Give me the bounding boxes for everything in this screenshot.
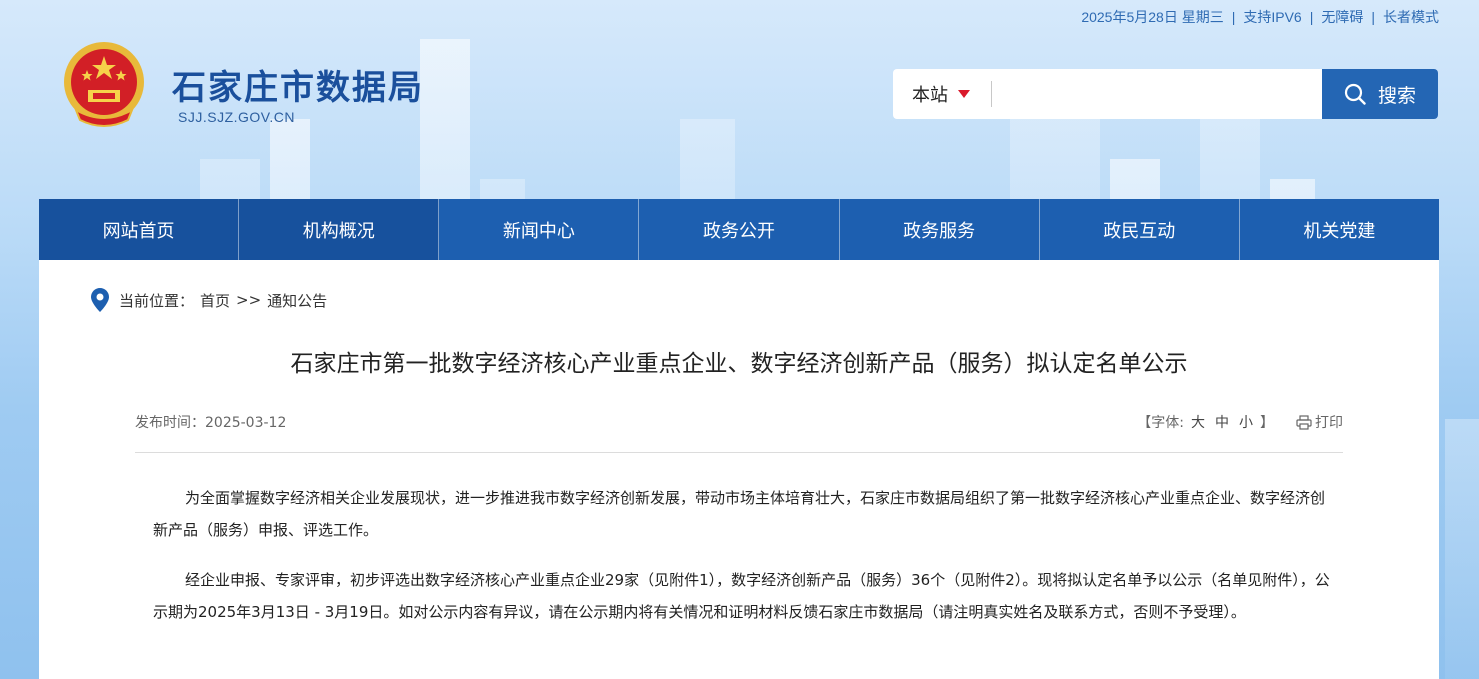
font-size-open: 【字体: (1137, 415, 1184, 431)
content-panel: 当前位置： 首页 >> 通知公告 石家庄市第一批数字经济核心产业重点企业、数字经… (39, 260, 1439, 679)
publish-info: 发布时间：2025-03-12 (135, 412, 286, 432)
breadcrumb-separator: >> (236, 291, 262, 309)
printer-icon (1296, 414, 1312, 430)
font-size-close: 】 (1260, 415, 1274, 431)
article-body: 为全面掌握数字经济相关企业发展现状，进一步推进我市数字经济创新发展，带动市场主体… (153, 482, 1333, 646)
font-size-large-button[interactable]: 大 (1191, 412, 1205, 432)
top-utility-bar: 2025年5月28日 星期三 | 支持IPV6 | 无障碍 | 长者模式 (1081, 7, 1439, 27)
nav-item-gov-info[interactable]: 政务公开 (639, 199, 840, 260)
paragraph: 经企业申报、专家评审，初步评选出数字经济核心产业重点企业29家（见附件1），数字… (153, 571, 1330, 621)
nav-item-interaction[interactable]: 政民互动 (1040, 199, 1240, 260)
search-scope-dropdown[interactable]: 本站 (893, 69, 991, 119)
breadcrumb-prefix: 当前位置： (119, 291, 195, 310)
search-box: 本站 搜索 (893, 69, 1438, 119)
breadcrumb: 当前位置： 首页 >> 通知公告 (91, 288, 327, 312)
separator: | (1371, 9, 1375, 25)
publish-label: 发布时间： (135, 415, 205, 431)
search-input[interactable] (992, 69, 1322, 119)
accessibility-link[interactable]: 无障碍 (1321, 7, 1363, 27)
print-button[interactable]: 打印 (1296, 412, 1343, 432)
current-date: 2025年5月28日 星期三 (1081, 9, 1224, 25)
nav-item-services[interactable]: 政务服务 (840, 199, 1040, 260)
elder-mode-link[interactable]: 长者模式 (1383, 7, 1439, 27)
font-size-medium-button[interactable]: 中 (1215, 412, 1229, 432)
separator: | (1231, 9, 1236, 25)
nav-item-party[interactable]: 机关党建 (1240, 199, 1439, 260)
paragraph: 为全面掌握数字经济相关企业发展现状，进一步推进我市数字经济创新发展，带动市场主体… (153, 489, 1326, 539)
search-button[interactable]: 搜索 (1322, 69, 1438, 119)
nav-item-about[interactable]: 机构概况 (239, 199, 440, 260)
breadcrumb-current-link[interactable]: 通知公告 (267, 290, 327, 311)
national-emblem-logo[interactable] (60, 40, 148, 132)
article-title: 石家庄市第一批数字经济核心产业重点企业、数字经济创新产品（服务）拟认定名单公示 (290, 351, 1188, 377)
search-scope-value: 本站 (912, 85, 948, 106)
article-tools: 【字体: 大 中 小 】 打印 (1137, 412, 1343, 432)
ipv6-link[interactable]: 支持IPV6 (1243, 7, 1301, 27)
nav-item-home[interactable]: 网站首页 (39, 199, 240, 260)
main-navigation: 网站首页 机构概况 新闻中心 政务公开 政务服务 政民互动 机关党建 (39, 199, 1439, 260)
separator: | (1309, 9, 1314, 25)
dropdown-triangle-icon (958, 90, 970, 98)
divider (135, 452, 1343, 453)
location-pin-icon (91, 288, 109, 312)
breadcrumb-home-link[interactable]: 首页 (200, 290, 230, 311)
publish-date: 2025-03-12 (205, 415, 287, 431)
site-name: 石家庄市数据局 (172, 68, 424, 108)
search-button-label: 搜索 (1377, 84, 1416, 107)
font-size-small-button[interactable]: 小 (1239, 412, 1253, 432)
search-icon (1344, 83, 1366, 105)
nav-item-news[interactable]: 新闻中心 (439, 199, 640, 260)
site-domain: SJJ.SJZ.GOV.CN (178, 109, 295, 125)
emblem-icon (64, 42, 144, 127)
print-label: 打印 (1315, 415, 1343, 431)
